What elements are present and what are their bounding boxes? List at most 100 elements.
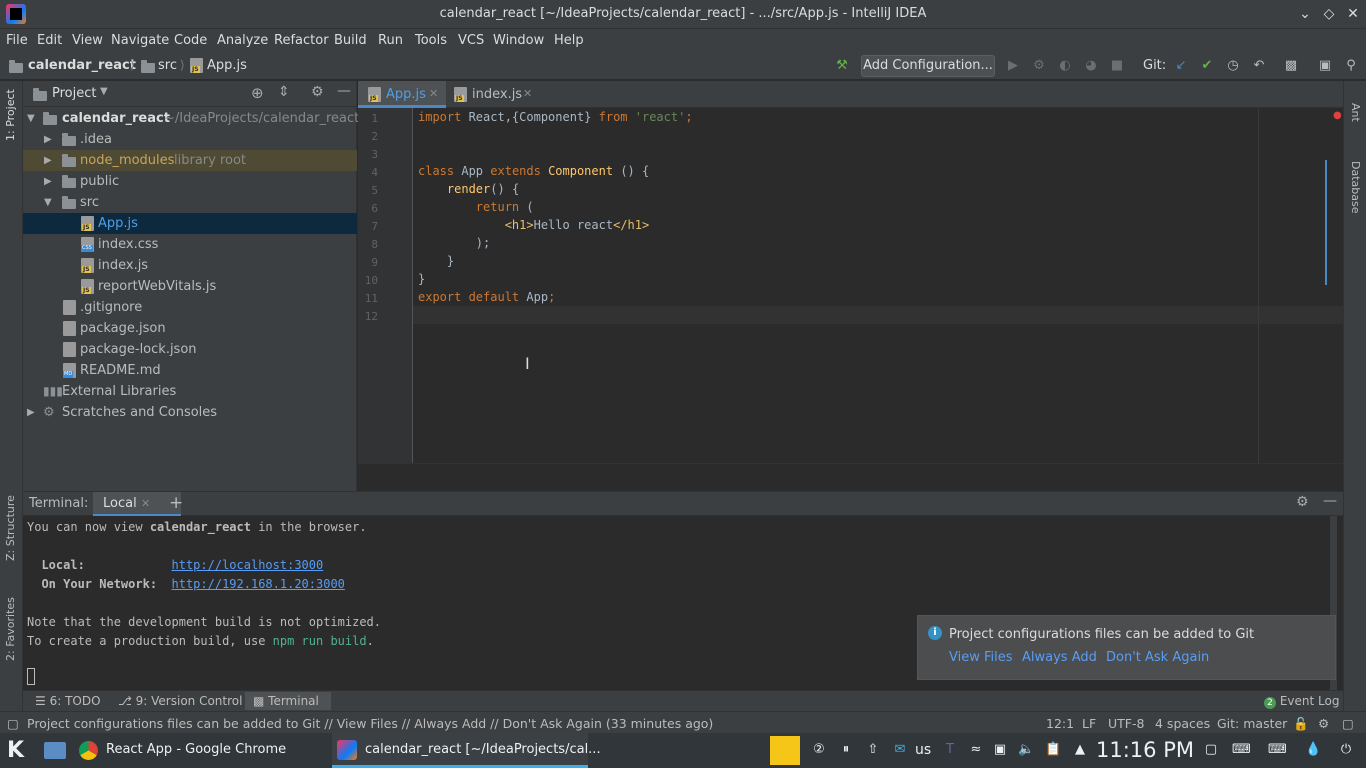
chat-icon[interactable]: ✉ — [892, 742, 908, 758]
menu-refactor[interactable]: Refactor — [274, 33, 329, 48]
chevron-down-icon[interactable]: ▼ — [100, 86, 108, 97]
caret-position[interactable]: 12:1 — [1046, 716, 1074, 731]
taskbar-intellij[interactable]: calendar_react [~/IdeaProjects/cal... — [332, 733, 601, 768]
expanded-arrow-icon[interactable]: ▼ — [27, 113, 35, 124]
media-pause-icon[interactable]: ⏸ — [838, 742, 854, 758]
version-control-tab[interactable]: ⎇ 9: Version Control — [118, 694, 242, 708]
add-configuration-button[interactable]: Add Configuration... — [861, 55, 995, 77]
menu-analyze[interactable]: Analyze — [217, 33, 268, 48]
dont-ask-again-link[interactable]: Don't Ask Again — [1106, 650, 1209, 665]
always-add-link[interactable]: Always Add — [1022, 650, 1097, 665]
coverage-icon[interactable]: ◐ — [1057, 58, 1073, 74]
menu-tools[interactable]: Tools — [415, 33, 447, 48]
error-indicator-icon[interactable]: ● — [1333, 110, 1342, 121]
tree-row-app-js[interactable]: App.js — [23, 213, 357, 234]
build-hammer-icon[interactable]: ⚒ — [834, 58, 850, 74]
database-tool-tab[interactable]: Database — [1349, 161, 1362, 214]
volume-icon[interactable]: 🔈 — [1018, 742, 1034, 758]
tree-row-package-lock-json[interactable]: package-lock.json — [23, 339, 357, 360]
collapsed-arrow-icon[interactable]: ▶ — [27, 407, 35, 418]
collapse-all-icon[interactable]: ⇕ — [278, 84, 290, 100]
event-log-tab[interactable]: 2 Event Log — [1264, 694, 1339, 709]
project-structure-icon[interactable]: ▩ — [1283, 58, 1299, 74]
memory-icon[interactable]: ▢ — [1342, 716, 1354, 731]
desktop-pager-icon[interactable] — [44, 742, 66, 759]
show-desktop-icon[interactable]: ▢ — [1203, 742, 1219, 758]
menu-file[interactable]: File — [6, 33, 28, 48]
indent-setting[interactable]: 4 spaces — [1155, 716, 1210, 731]
tab-index-js[interactable]: index.js ✕ — [446, 81, 540, 108]
terminal-tab-local[interactable]: Local ✕ — [93, 492, 181, 516]
menu-window[interactable]: Window — [493, 33, 544, 48]
power-icon[interactable]: ⏻ — [1338, 742, 1354, 758]
favorites-tool-tab[interactable]: 2: Favorites — [4, 597, 17, 661]
tree-row-report-web-vitals[interactable]: reportWebVitals.js — [23, 276, 357, 297]
tree-row-external-libraries[interactable]: ▮▮▮ External Libraries — [23, 381, 357, 402]
status-message[interactable]: Project configurations files can be adde… — [27, 716, 713, 731]
tree-row-root[interactable]: ▼ calendar_react ~/IdeaProjects/calendar… — [23, 108, 359, 129]
menu-vcs[interactable]: VCS — [458, 33, 484, 48]
git-update-icon[interactable]: ↙ — [1173, 58, 1189, 74]
tree-row-idea[interactable]: ▶ .idea — [23, 129, 357, 150]
local-url-link[interactable]: http://localhost:3000 — [172, 558, 324, 572]
git-history-icon[interactable]: ◷ — [1225, 58, 1241, 74]
keyboard-icon[interactable]: ⌨ — [1232, 742, 1251, 758]
clock[interactable]: 11:16 PM — [1096, 738, 1194, 762]
clipboard-icon[interactable]: 📋 — [1045, 742, 1061, 758]
hide-panel-icon[interactable]: — — [1323, 493, 1337, 509]
inspector-icon[interactable]: ⚙ — [1318, 716, 1329, 731]
gear-icon[interactable]: ⚙ — [311, 84, 324, 100]
collapsed-arrow-icon[interactable]: ▶ — [44, 176, 52, 187]
stop-icon[interactable]: ■ — [1109, 58, 1125, 74]
drop-icon[interactable]: 💧 — [1305, 742, 1321, 758]
tree-row-index-css[interactable]: index.css — [23, 234, 357, 255]
menu-view[interactable]: View — [72, 33, 103, 48]
gear-icon[interactable]: ⚙ — [1296, 494, 1309, 510]
tree-row-node-modules[interactable]: ▶ node_modules library root — [23, 150, 357, 171]
close-tab-icon[interactable]: ✕ — [141, 497, 150, 510]
close-tab-icon[interactable]: ✕ — [429, 87, 438, 100]
git-commit-icon[interactable]: ✔ — [1199, 58, 1215, 74]
project-tool-tab[interactable]: 1: Project — [4, 89, 17, 141]
tree-row-index-js[interactable]: index.js — [23, 255, 357, 276]
menu-build[interactable]: Build — [334, 33, 367, 48]
lock-icon[interactable]: 🔓 — [1293, 716, 1309, 732]
notifications-count-icon[interactable]: ② — [811, 742, 827, 758]
tree-row-src[interactable]: ▼ src — [23, 192, 357, 213]
project-panel-title[interactable]: Project — [52, 86, 96, 101]
ant-tool-tab[interactable]: Ant — [1349, 103, 1362, 122]
collapsed-arrow-icon[interactable]: ▶ — [44, 134, 52, 145]
virtual-keyboard-icon[interactable]: ⌨ — [1268, 742, 1287, 758]
minimize-icon[interactable]: ⌄ — [1296, 5, 1314, 23]
keyboard-layout[interactable]: us — [915, 742, 931, 758]
tree-row-public[interactable]: ▶ public — [23, 171, 357, 192]
structure-tool-tab[interactable]: Z: Structure — [4, 495, 17, 561]
kde-connect-icon[interactable]: ▣ — [992, 742, 1008, 758]
hide-panel-icon[interactable]: — — [337, 83, 351, 99]
menu-help[interactable]: Help — [554, 33, 584, 48]
menu-code[interactable]: Code — [174, 33, 207, 48]
close-tab-icon[interactable]: ✕ — [523, 87, 532, 100]
git-branch[interactable]: Git: master — [1217, 716, 1287, 731]
profile-icon[interactable]: ◕ — [1083, 58, 1099, 74]
close-icon[interactable]: ✕ — [1344, 5, 1362, 23]
todo-tab[interactable]: ☰ 6: TODO — [35, 694, 101, 708]
menu-run[interactable]: Run — [378, 33, 403, 48]
breadcrumb-src[interactable]: src — [158, 58, 177, 73]
terminal-toolbar-icon[interactable]: ▣ — [1317, 58, 1333, 74]
terminal-tool-tab[interactable]: ▩ Terminal — [245, 692, 331, 710]
breadcrumb-project[interactable]: calendar_react — [28, 58, 136, 73]
git-rollback-icon[interactable]: ↶ — [1251, 58, 1267, 74]
network-url-link[interactable]: http://192.168.1.20:3000 — [172, 577, 345, 591]
run-icon[interactable]: ▶ — [1005, 58, 1021, 74]
tray-expand-icon[interactable]: ▲ — [1072, 742, 1088, 758]
menu-edit[interactable]: Edit — [37, 33, 62, 48]
maximize-icon[interactable]: ◇ — [1320, 5, 1338, 23]
teams-icon[interactable]: T — [942, 742, 958, 758]
debug-icon[interactable]: ⚙ — [1031, 58, 1047, 74]
line-separator[interactable]: LF — [1082, 716, 1096, 731]
update-icon[interactable]: ⇧ — [865, 742, 881, 758]
klipper-clipboard-icon[interactable] — [770, 736, 800, 765]
locate-icon[interactable]: ⊕ — [251, 84, 264, 102]
kde-launcher-icon[interactable]: K — [7, 738, 24, 763]
